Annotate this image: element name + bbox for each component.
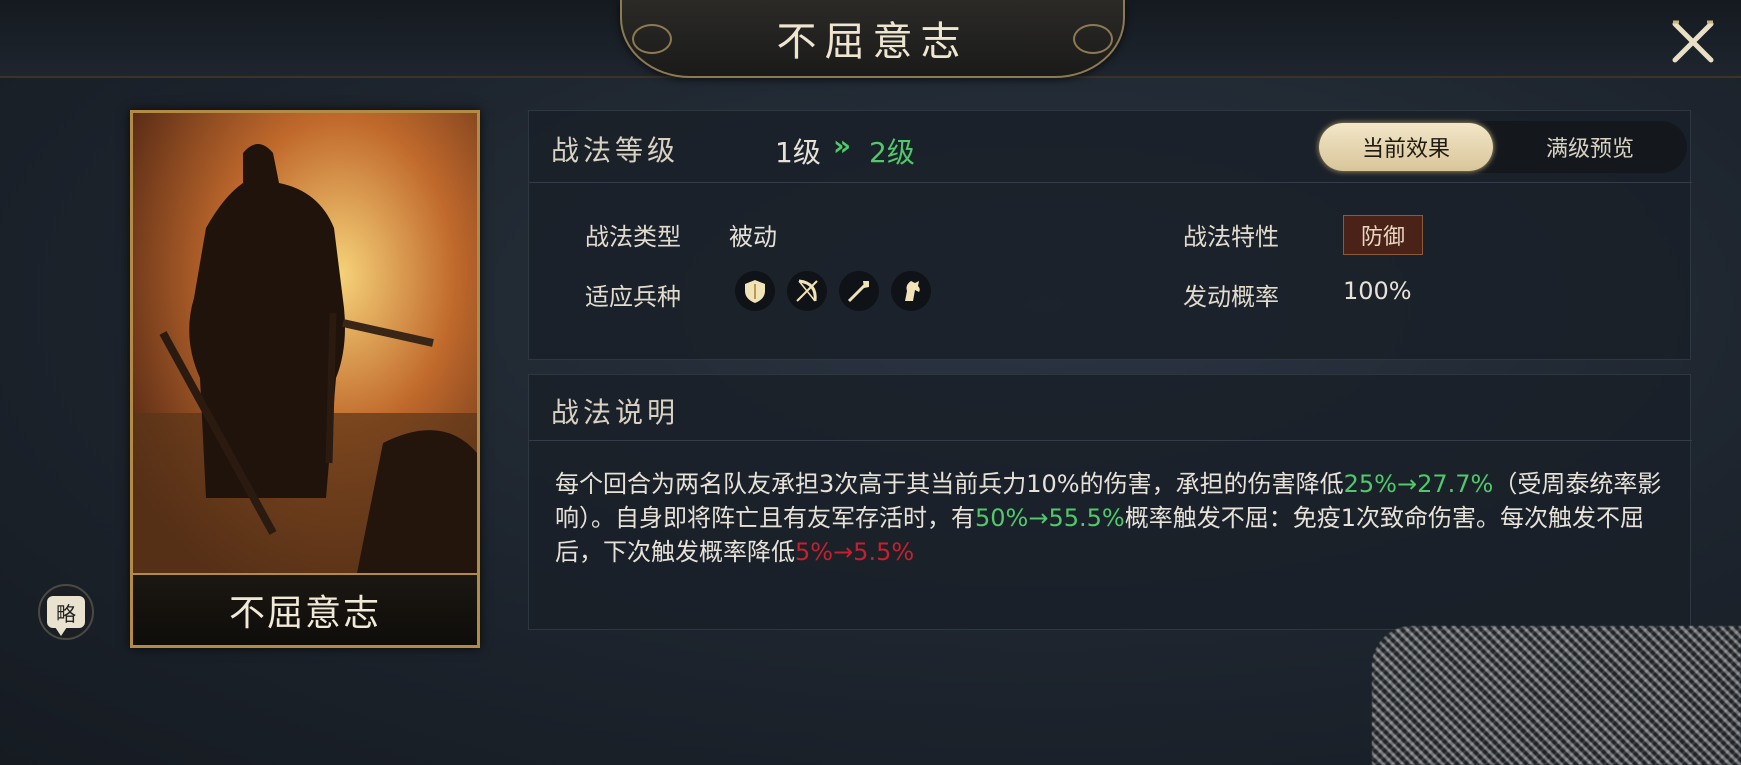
description-highlight-green: 50%→55.5% <box>975 504 1125 532</box>
title-plate: 不屈意志 <box>620 0 1125 78</box>
skill-card-name-bar: 不屈意志 <box>133 573 477 645</box>
shield-icon <box>735 271 775 311</box>
level-arrow-icon: » <box>833 129 852 162</box>
description-highlight-green: 25%→27.7% <box>1343 470 1494 498</box>
close-icon <box>1672 20 1714 63</box>
skill-info-panel: 战法等级 1级 » 2级 当前效果 满级预览 战法类型 被动 适应兵种 战法特性… <box>528 110 1692 360</box>
skill-type-value: 被动 <box>729 223 777 251</box>
skill-card: 不屈意志 <box>130 110 480 648</box>
description-title: 战法说明 <box>551 396 680 429</box>
level-row: 战法等级 1级 » 2级 当前效果 满级预览 <box>529 111 1692 183</box>
skill-description-panel: 战法说明 每个回合为两名队友承担3次高于其当前兵力10%的伤害，承担的伤害降低2… <box>528 374 1692 630</box>
skill-type-label: 战法类型 <box>585 223 681 251</box>
skill-card-name: 不屈意志 <box>228 593 381 634</box>
bow-icon <box>787 271 827 311</box>
tab-max-level-preview[interactable]: 满级预览 <box>1503 123 1677 171</box>
description-header: 战法说明 <box>529 375 1692 441</box>
spear-icon <box>839 271 879 311</box>
trigger-rate-label: 发动概率 <box>1183 283 1279 311</box>
troop-types-label: 适应兵种 <box>585 283 681 311</box>
description-segment: 每个回合为两名队友承担3次高于其当前兵力10%的伤害，承担的伤害降低 <box>555 470 1344 498</box>
speech-bubble-icon: 略 <box>47 596 85 636</box>
close-button[interactable] <box>1665 14 1721 70</box>
tab-current-effect[interactable]: 当前效果 <box>1319 123 1493 171</box>
effect-tab-group: 当前效果 满级预览 <box>1317 121 1687 173</box>
trigger-rate-value: 100% <box>1343 277 1412 305</box>
level-next: 2级 <box>869 136 915 169</box>
watermark-mosaic <box>1372 626 1741 765</box>
strategy-button[interactable]: 略 <box>38 584 94 640</box>
description-highlight-red: 5%→5.5% <box>795 538 915 566</box>
page-title: 不屈意志 <box>776 19 969 65</box>
skill-trait-label: 战法特性 <box>1183 223 1279 251</box>
horse-icon <box>891 271 931 311</box>
skill-trait-badge: 防御 <box>1343 215 1423 255</box>
description-text: 每个回合为两名队友承担3次高于其当前兵力10%的伤害，承担的伤害降低25%→27… <box>555 467 1665 569</box>
strategy-button-label: 略 <box>56 601 76 626</box>
level-current: 1级 <box>775 136 821 169</box>
skill-card-art <box>133 113 477 575</box>
level-label: 战法等级 <box>551 134 680 167</box>
